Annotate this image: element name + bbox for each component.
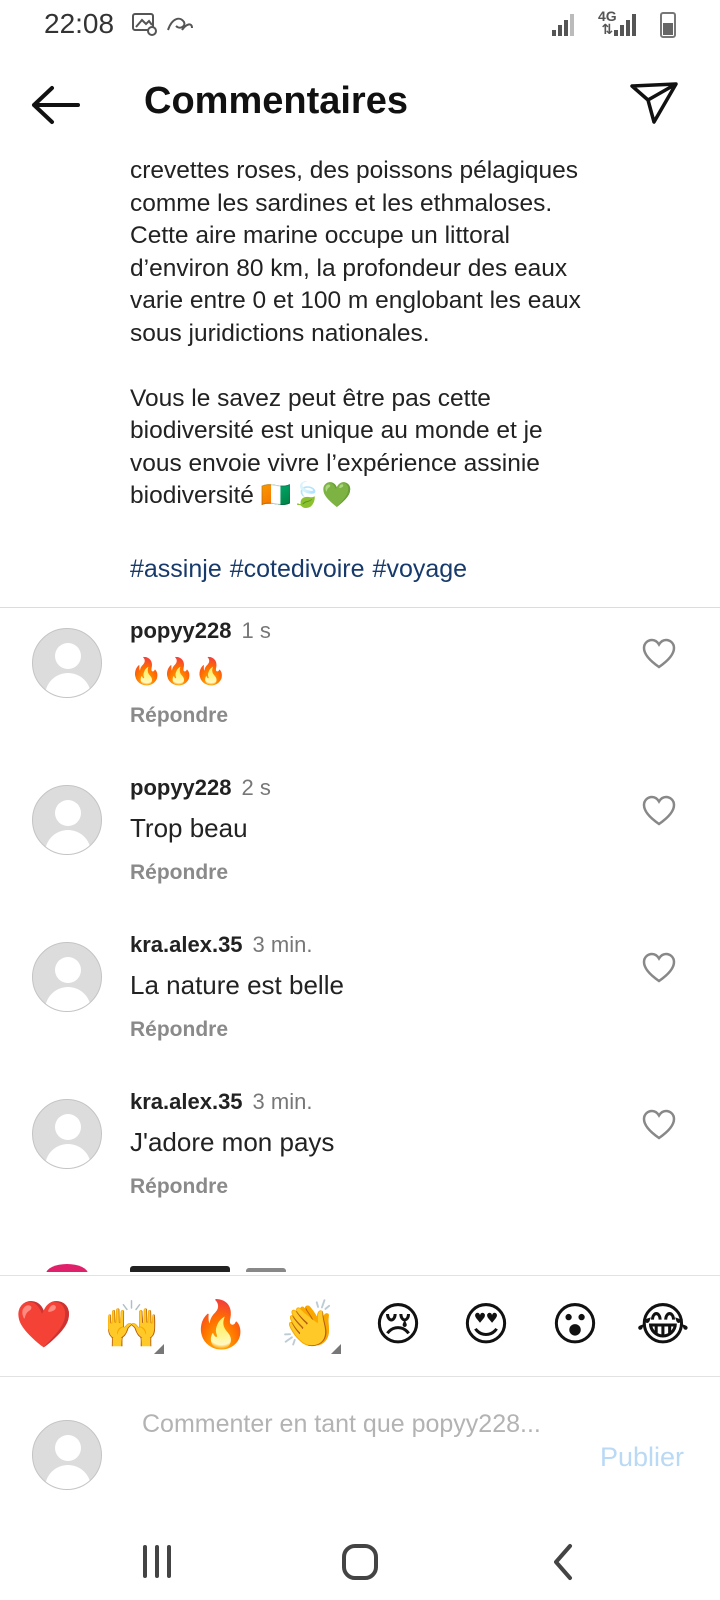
system-nav-bar: [0, 1520, 720, 1600]
heart-icon[interactable]: [642, 1109, 676, 1141]
avatar[interactable]: [46, 1264, 88, 1272]
paper-plane-icon: [630, 82, 678, 124]
emoji-quick-bar: ❤️ 🙌 🔥 👏 😢 😍 😮 😂: [0, 1275, 720, 1377]
emoji-raising-hands-button[interactable]: 🙌: [100, 1292, 164, 1356]
comment-item: kra.alex.35 3 min. La nature est belle Ré…: [0, 932, 720, 1082]
chevron-left-icon: [554, 1544, 572, 1580]
comment-text: La nature est belle: [130, 970, 344, 1000]
comment-input[interactable]: [142, 1408, 562, 1488]
emoji-heart-button[interactable]: ❤️: [12, 1292, 76, 1356]
reply-button[interactable]: Répondre: [130, 1018, 228, 1042]
signal-strength-icon: [552, 14, 576, 36]
signal-strength-2-icon: [614, 14, 638, 36]
reply-button[interactable]: Répondre: [130, 1175, 228, 1199]
emoji-surprised-button[interactable]: 😮: [543, 1292, 607, 1356]
heart-icon[interactable]: [642, 795, 676, 827]
comment-text: J'adore mon pays: [130, 1127, 335, 1157]
divider: [0, 607, 720, 608]
hashtag-link[interactable]: #cotedivoire: [230, 555, 365, 583]
comment-time: 1 s: [241, 618, 271, 643]
avatar[interactable]: [32, 785, 102, 855]
emoji-crying-button[interactable]: 😢: [366, 1292, 430, 1356]
home-icon: [342, 1544, 378, 1580]
comment-author[interactable]: kra.alex.35 3 min.: [130, 1089, 312, 1115]
heart-icon[interactable]: [642, 952, 676, 984]
reply-button[interactable]: Répondre: [130, 704, 228, 728]
emoji-heart-eyes-button[interactable]: 😍: [454, 1292, 518, 1356]
comment-item-partial: [0, 1258, 720, 1272]
home-button[interactable]: [325, 1532, 395, 1592]
back-button[interactable]: [28, 80, 84, 130]
hashtag-link[interactable]: #assinje: [130, 555, 222, 583]
comment-composer: Publier: [0, 1390, 720, 1520]
comment-text: Trop beau: [130, 813, 248, 843]
comment-time: 2 s: [241, 775, 271, 800]
arrow-left-icon: [32, 86, 80, 124]
emoji-laughing-button[interactable]: 😂: [631, 1292, 695, 1356]
comment-text: 🔥🔥🔥: [130, 656, 228, 686]
publish-button[interactable]: Publier: [600, 1442, 684, 1473]
status-time: 22:08: [44, 8, 115, 39]
comment-item: popyy228 1 s 🔥🔥🔥 Répondre: [0, 618, 720, 768]
avatar: [32, 1420, 102, 1490]
comment-item: kra.alex.35 3 min. J'adore mon pays Répon…: [0, 1089, 720, 1239]
comment-author[interactable]: kra.alex.35 3 min.: [130, 932, 312, 958]
battery-icon: [660, 12, 676, 38]
system-back-button[interactable]: [528, 1532, 598, 1592]
comment-time: 3 min.: [252, 1089, 313, 1114]
recent-apps-button[interactable]: [122, 1532, 192, 1592]
comment-author[interactable]: popyy228 1 s: [130, 618, 271, 644]
emoji-fire-button[interactable]: 🔥: [189, 1292, 253, 1356]
comment-item: popyy228 2 s Trop beau Répondre: [0, 775, 720, 925]
avatar[interactable]: [32, 628, 102, 698]
comment-time: [246, 1268, 286, 1272]
status-bar: 22:08 4G ⇅: [0, 0, 720, 52]
avatar[interactable]: [32, 1099, 102, 1169]
messenger-icon: [167, 17, 193, 31]
emoji-clapping-button[interactable]: 👏: [277, 1292, 341, 1356]
image-settings-icon: [132, 13, 157, 36]
heart-icon[interactable]: [642, 638, 676, 670]
skin-tone-indicator: [331, 1344, 341, 1354]
page-title: Commentaires: [144, 80, 408, 122]
comment-time: 3 min.: [252, 932, 313, 957]
post-caption: crevettes roses, des poissons pélagiques…: [130, 157, 581, 509]
reply-button[interactable]: Répondre: [130, 861, 228, 885]
share-button[interactable]: [628, 78, 680, 128]
recent-apps-icon: [143, 1545, 171, 1578]
avatar[interactable]: [32, 942, 102, 1012]
hashtag-link[interactable]: #voyage: [373, 555, 468, 583]
comment-author[interactable]: [130, 1266, 230, 1272]
hashtag-row: #assinje #cotedivoire #voyage: [130, 555, 475, 584]
comment-author[interactable]: popyy228 2 s: [130, 775, 271, 801]
skin-tone-indicator: [154, 1344, 164, 1354]
